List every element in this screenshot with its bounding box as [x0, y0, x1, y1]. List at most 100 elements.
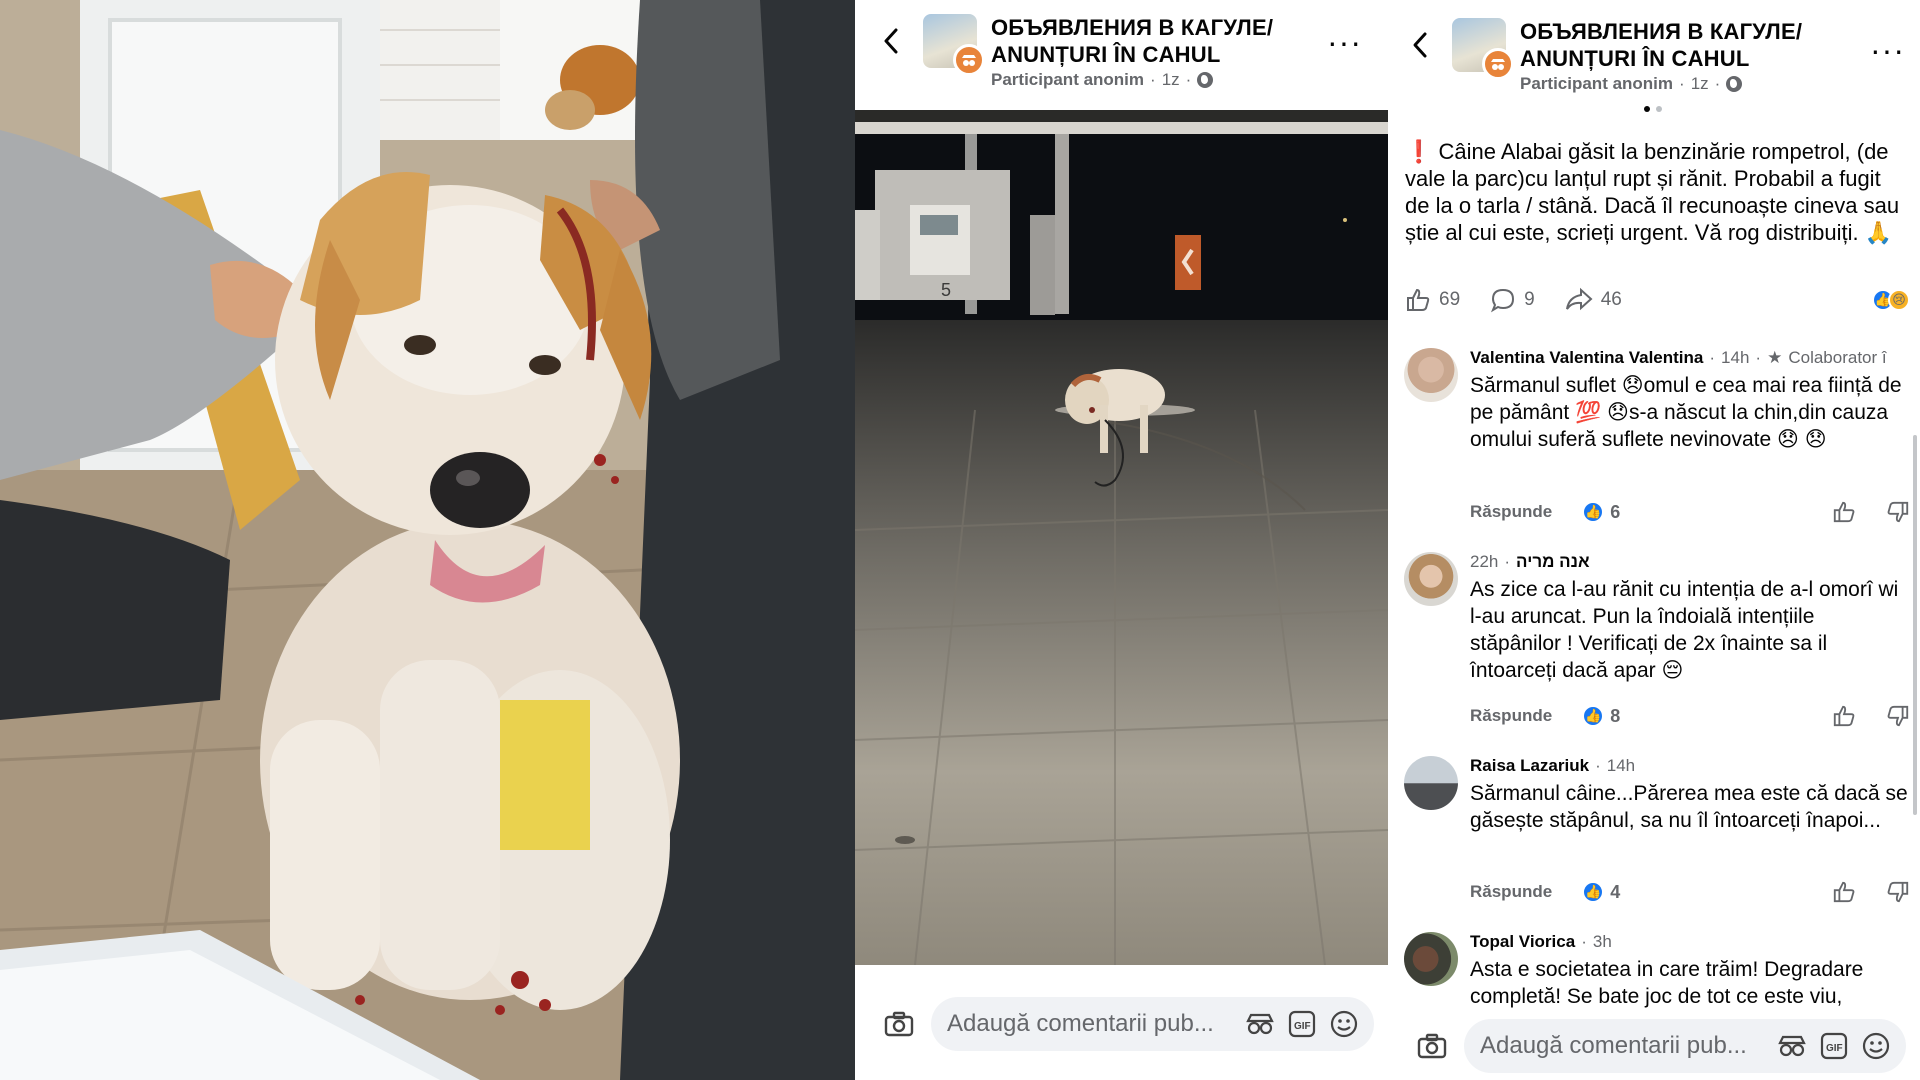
- commenter-name[interactable]: Valentina Valentina Valentina: [1470, 348, 1703, 368]
- video-player[interactable]: 5: [855, 110, 1388, 965]
- comment-placeholder: Adaugă comentarii pub...: [947, 1010, 1214, 1037]
- reply-button[interactable]: Răspunde: [1470, 882, 1552, 902]
- meta-separator: ·: [1709, 348, 1716, 367]
- globe-icon: [1197, 72, 1214, 88]
- comment-text: Sărmanul câine...Părerea mea este că dac…: [1470, 782, 1908, 832]
- avatar-icon[interactable]: [1776, 1030, 1808, 1062]
- post-header: ОБЪЯВЛЕНИЯ В КАГУЛЕ/ ANUNȚURI ÎN CAHUL P…: [855, 0, 1388, 110]
- comment-actions: Răspunde 👍 6: [1470, 500, 1910, 524]
- comment-item: Valentina Valentina Valentina · 14h · ★ …: [1404, 348, 1920, 528]
- anonymous-avatar-icon: [1482, 48, 1514, 80]
- meta-separator: ·: [1679, 74, 1685, 93]
- carousel-dots: [1644, 106, 1662, 112]
- comment-header: Raisa Lazariuk · 14h: [1470, 756, 1910, 776]
- post-time[interactable]: 1z: [1691, 74, 1709, 94]
- camera-icon[interactable]: [879, 1004, 919, 1044]
- share-count[interactable]: 46: [1565, 287, 1622, 313]
- dog-photo-illustration: [0, 0, 855, 1080]
- comment-vote-buttons: [1832, 880, 1910, 904]
- share-count-value: 46: [1600, 289, 1622, 310]
- emoji-icon[interactable]: [1860, 1030, 1892, 1062]
- gif-icon[interactable]: GIF: [1286, 1008, 1318, 1040]
- group-title-line1[interactable]: ОБЪЯВЛЕНИЯ В КАГУЛЕ/: [1520, 18, 1860, 45]
- post-body: ❗ Câine Alabai găsit la benzinărie rompe…: [1405, 139, 1900, 245]
- comment-header: Valentina Valentina Valentina · 14h · ★ …: [1470, 348, 1910, 368]
- comment-time: 14h: [1721, 348, 1750, 367]
- comment-actions: Răspunde 👍 4: [1470, 880, 1910, 904]
- star-icon: ★: [1767, 348, 1783, 367]
- comment-input[interactable]: Adaugă comentarii pub... GIF: [931, 997, 1374, 1051]
- svg-text:GIF: GIF: [1294, 1021, 1311, 1032]
- group-avatar[interactable]: [1452, 18, 1514, 80]
- comment-vote-buttons: [1832, 500, 1910, 524]
- comment-input[interactable]: Adaugă comentarii pub... GIF: [1464, 1019, 1906, 1073]
- dislike-icon[interactable]: [1886, 500, 1910, 524]
- comment-likes[interactable]: 👍 6: [1582, 501, 1620, 523]
- post-author[interactable]: Participant anonim: [991, 70, 1144, 90]
- anonymous-avatar-icon: [953, 44, 985, 76]
- like-reaction-icon: 👍: [1582, 705, 1605, 727]
- post-time[interactable]: 1z: [1162, 70, 1180, 90]
- comment-vote-buttons: [1832, 704, 1910, 728]
- comment-body: Valentina Valentina Valentina · 14h · ★ …: [1470, 348, 1910, 453]
- scrollbar[interactable]: [1913, 435, 1917, 815]
- pump-number: 5: [941, 280, 951, 300]
- group-title-line1[interactable]: ОБЪЯВЛЕНИЯ В КАГУЛЕ/: [991, 14, 1321, 41]
- comment-count[interactable]: 9: [1490, 287, 1535, 313]
- commenter-role: Colaborator î: [1788, 348, 1887, 367]
- comment-body: 22h · אנה מריה As zice ca l-au rănit cu …: [1470, 552, 1910, 684]
- dog-photo: [0, 0, 855, 1080]
- gif-icon[interactable]: GIF: [1818, 1030, 1850, 1062]
- sad-reaction-icon: 😢: [1888, 289, 1910, 311]
- comment-text: Asta e societatea in care trăim! Degrada…: [1470, 958, 1864, 1008]
- like-icon[interactable]: [1832, 880, 1856, 904]
- commenter-name[interactable]: אנה מריה: [1516, 552, 1590, 572]
- back-arrow-icon[interactable]: [1400, 25, 1440, 65]
- comment-time: 3h: [1592, 932, 1612, 951]
- share-icon: [1565, 287, 1593, 311]
- carousel-dot-active: [1644, 106, 1650, 112]
- comment-text: As zice ca l-au rănit cu intenția de a-l…: [1470, 578, 1899, 682]
- comment-item: Topal Viorica · 3h Asta e societatea in …: [1404, 932, 1920, 1012]
- commenter-name[interactable]: Raisa Lazariuk: [1470, 756, 1589, 776]
- commenter-avatar[interactable]: [1404, 756, 1458, 810]
- commenter-avatar[interactable]: [1404, 552, 1458, 606]
- post-meta: Participant anonim · 1z ·: [1520, 74, 1860, 94]
- comment-time: 14h: [1606, 756, 1636, 775]
- meta-separator: ·: [1595, 756, 1601, 775]
- back-arrow-icon[interactable]: [871, 21, 911, 61]
- comment-likes-value: 8: [1610, 705, 1621, 726]
- commenter-name[interactable]: Topal Viorica: [1470, 932, 1575, 952]
- post-author[interactable]: Participant anonim: [1520, 74, 1673, 94]
- comment-icon: [1491, 288, 1515, 313]
- like-reaction-icon: 👍: [1582, 881, 1605, 903]
- dislike-icon[interactable]: [1886, 880, 1910, 904]
- reply-button[interactable]: Răspunde: [1470, 706, 1552, 726]
- globe-icon: [1726, 76, 1743, 92]
- comment-item: 22h · אנה מריה As zice ca l-au rănit cu …: [1404, 552, 1920, 732]
- group-avatar[interactable]: [923, 14, 985, 76]
- commenter-avatar[interactable]: [1404, 932, 1458, 986]
- group-title-line2[interactable]: ANUNȚURI ÎN CAHUL: [1520, 45, 1860, 72]
- like-icon: [1407, 288, 1430, 311]
- meta-separator: ·: [1581, 932, 1587, 951]
- camera-icon[interactable]: [1412, 1026, 1452, 1066]
- like-count[interactable]: 69: [1405, 287, 1460, 313]
- emoji-icon[interactable]: [1328, 1008, 1360, 1040]
- like-reaction-icon: 👍: [1582, 501, 1605, 523]
- comment-likes-value: 4: [1610, 881, 1621, 902]
- more-icon[interactable]: ···: [1870, 34, 1905, 66]
- comment-count-value: 9: [1524, 289, 1535, 310]
- like-icon[interactable]: [1832, 704, 1856, 728]
- commenter-avatar[interactable]: [1404, 348, 1458, 402]
- group-title-line2[interactable]: ANUNȚURI ÎN CAHUL: [991, 41, 1321, 68]
- comment-likes[interactable]: 👍 4: [1582, 881, 1620, 903]
- like-count-value: 69: [1439, 289, 1461, 310]
- dislike-icon[interactable]: [1886, 704, 1910, 728]
- reaction-summary[interactable]: 👍 😢: [1872, 289, 1910, 311]
- more-icon[interactable]: ···: [1327, 26, 1362, 58]
- like-icon[interactable]: [1832, 500, 1856, 524]
- comment-likes[interactable]: 👍 8: [1582, 705, 1620, 727]
- reply-button[interactable]: Răspunde: [1470, 502, 1552, 522]
- avatar-icon[interactable]: [1244, 1008, 1276, 1040]
